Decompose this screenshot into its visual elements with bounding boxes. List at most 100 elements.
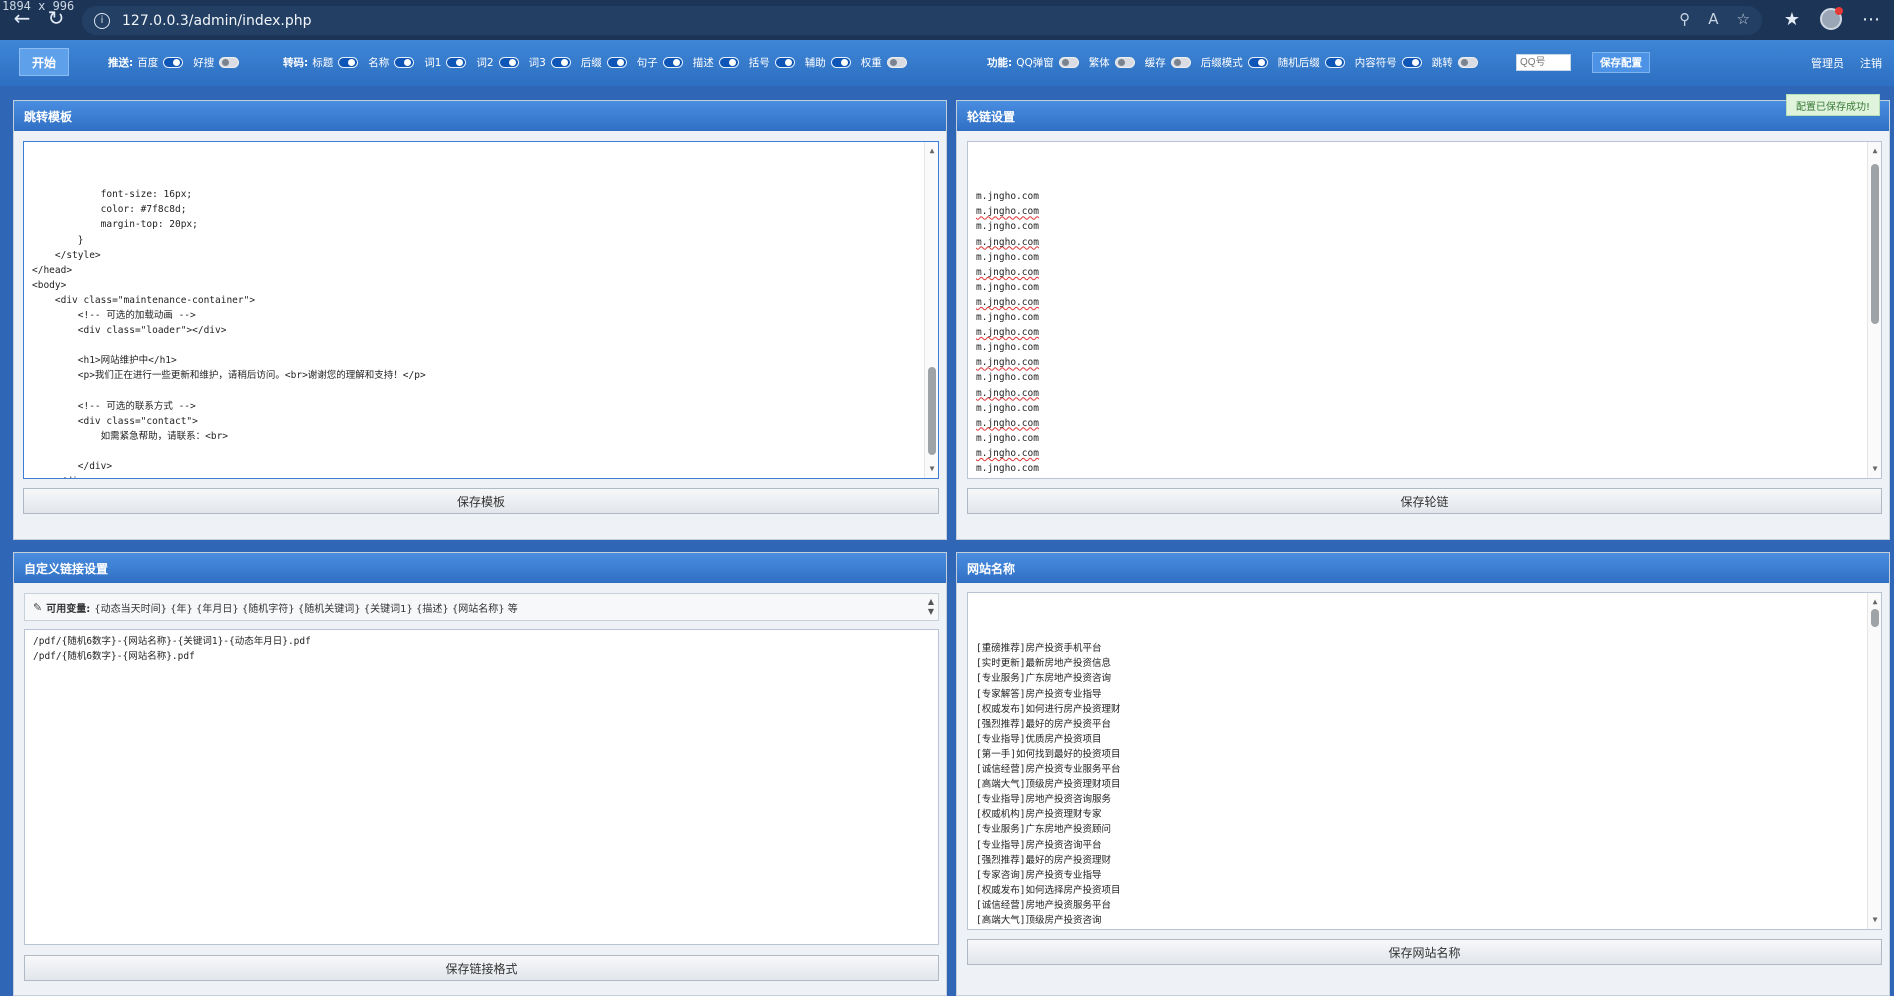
editor-line: m.jngho.com bbox=[976, 357, 1039, 369]
save-wheel-links-button[interactable]: 保存轮链 bbox=[967, 488, 1882, 514]
scroll-thumb[interactable] bbox=[928, 367, 936, 455]
variables-title: 可用变量: bbox=[46, 603, 91, 615]
scroll-up-icon[interactable]: ▲ bbox=[1868, 144, 1881, 158]
read-aloud-icon[interactable]: A bbox=[1708, 10, 1718, 28]
reload-icon[interactable]: ↻ bbox=[42, 4, 70, 32]
editor-line: m.jngho.com bbox=[976, 387, 1039, 399]
site-names-panel: 网站名称 ▲ ▼ [重磅推荐]房产投资手机平台 [实时更新]最新房地产投资信息 [专… bbox=[956, 552, 1890, 996]
push-option: 百度 bbox=[137, 55, 184, 70]
editor-line: [高端大气]顶级房产投资理财项目 bbox=[976, 779, 1121, 791]
editor-line: [专业指导]房地产投资咨询服务 bbox=[976, 794, 1111, 806]
favorites-icon[interactable]: ★ bbox=[1784, 9, 1800, 30]
scroll-thumb[interactable] bbox=[1871, 164, 1879, 324]
editor-line: [诚信经营]房地产投资服务平台 bbox=[976, 899, 1111, 911]
scroll-down-icon[interactable]: ▼ bbox=[1868, 462, 1881, 476]
transcode-option: 描述 bbox=[693, 55, 739, 70]
transcode-toggle[interactable] bbox=[498, 57, 519, 68]
save-template-button[interactable]: 保存模板 bbox=[23, 488, 939, 514]
editor-line: [专家解答]房产投资专业指导 bbox=[976, 688, 1102, 700]
more-menu-icon[interactable]: ⋯ bbox=[1862, 9, 1880, 30]
transcode-toggle[interactable] bbox=[446, 57, 467, 68]
redirect-template-panel: 跳转模板 ▲ ▼ font-size: 16px; color: #7f8c8d… bbox=[13, 100, 947, 540]
editor-line: m.jngho.com bbox=[976, 327, 1039, 339]
transcode-toggle[interactable] bbox=[394, 57, 415, 68]
qq-number-input[interactable] bbox=[1516, 54, 1571, 71]
transcode-toggle[interactable] bbox=[886, 57, 907, 68]
transcode-toggle[interactable] bbox=[774, 57, 795, 68]
custom-links-editor[interactable]: /pdf/{随机6数字}-{网站名称}-{关键词1}-{动态年月日}.pdf/p… bbox=[24, 629, 939, 945]
save-link-format-button[interactable]: 保存链接格式 bbox=[24, 955, 939, 981]
transcode-options: 转码: 标题 名称 词1 词2 词3 后缀 句子 描述 括号 辅助 权重 bbox=[283, 55, 917, 70]
editor-line: [专家咨询]房产投资专业指导 bbox=[976, 869, 1102, 881]
transcode-toggle[interactable] bbox=[718, 57, 739, 68]
save-site-names-button[interactable]: 保存网站名称 bbox=[967, 939, 1882, 965]
push-option: 好搜 bbox=[193, 55, 240, 70]
editor-line: </div> bbox=[32, 474, 930, 478]
transcode-option: 括号 bbox=[749, 55, 795, 70]
features-toggle[interactable] bbox=[1401, 57, 1422, 68]
features-title: 功能: bbox=[987, 57, 1013, 69]
editor-line: } bbox=[32, 234, 84, 246]
editor-line: margin-top: 20px; bbox=[32, 219, 198, 231]
browser-toolbar: 1894 x 996 ← ↻ i 127.0.0.3/admin/index.p… bbox=[0, 0, 1894, 40]
custom-links-panel: 自定义链接设置 ✎ 可用变量: {动态当天时间} {年} {年月日} {随机字符… bbox=[13, 552, 947, 996]
features-toggle[interactable] bbox=[1170, 57, 1191, 68]
features-toggle[interactable] bbox=[1114, 57, 1135, 68]
editor-line: m.jngho.com bbox=[976, 206, 1039, 218]
editor-line: m.jngho.com bbox=[976, 342, 1039, 354]
zoom-icon[interactable]: ⚲ bbox=[1679, 10, 1690, 28]
push-toggle[interactable] bbox=[219, 57, 240, 68]
panel-title: 自定义链接设置 bbox=[14, 553, 946, 583]
transcode-toggle[interactable] bbox=[830, 57, 851, 68]
site-names-editor[interactable]: ▲ ▼ [重磅推荐]房产投资手机平台 [实时更新]最新房地产投资信息 [专业服务]广… bbox=[967, 592, 1882, 930]
features-toggle[interactable] bbox=[1457, 57, 1478, 68]
back-icon[interactable]: ← bbox=[8, 4, 36, 32]
scroll-up-icon[interactable]: ▲ bbox=[1868, 595, 1881, 609]
transcode-toggle[interactable] bbox=[550, 57, 571, 68]
transcode-option-label: 词3 bbox=[528, 57, 546, 69]
info-icon[interactable]: i bbox=[94, 12, 110, 29]
scroll-down-icon[interactable]: ▼ bbox=[1868, 913, 1881, 927]
resize-stepper-icon[interactable]: ▲ ▼ bbox=[928, 597, 934, 617]
wheel-links-editor[interactable]: ▲ ▼ m.jngho.com m.jngho.com m.jngho.com m.j… bbox=[967, 141, 1882, 479]
editor-line: </div> bbox=[32, 460, 113, 472]
transcode-toggle[interactable] bbox=[338, 57, 359, 68]
transcode-title: 转码: bbox=[283, 57, 309, 69]
scrollbar[interactable]: ▲ ▼ bbox=[1867, 593, 1881, 929]
features-toggle[interactable] bbox=[1324, 57, 1345, 68]
features-toggle[interactable] bbox=[1058, 57, 1079, 68]
transcode-toggle[interactable] bbox=[606, 57, 627, 68]
scroll-down-icon[interactable]: ▼ bbox=[925, 462, 938, 476]
scroll-up-icon[interactable]: ▲ bbox=[925, 144, 938, 158]
template-code-editor[interactable]: ▲ ▼ font-size: 16px; color: #7f8c8d; mar… bbox=[23, 141, 939, 479]
editor-line: <!-- 可选的加载动画 --> bbox=[32, 310, 196, 322]
favorite-star-icon[interactable]: ☆ bbox=[1737, 10, 1750, 28]
transcode-option-label: 权重 bbox=[860, 57, 882, 69]
start-button[interactable]: 开始 bbox=[19, 48, 69, 76]
editor-line: m.jngho.com bbox=[976, 447, 1039, 459]
editor-line: m.jngho.com bbox=[976, 462, 1039, 474]
transcode-option: 句子 bbox=[637, 55, 683, 70]
transcode-option: 后缀 bbox=[581, 55, 627, 70]
editor-line: m.jngho.com bbox=[976, 417, 1039, 429]
features-toggle[interactable] bbox=[1247, 57, 1268, 68]
logout-link[interactable]: 注销 bbox=[1860, 55, 1882, 71]
editor-line: m.jngho.com bbox=[976, 266, 1039, 278]
transcode-option-label: 词2 bbox=[476, 57, 494, 69]
editor-line: /pdf/{随机6数字}-{网站名称}-{关键词1}-{动态年月日}.pdf bbox=[33, 636, 311, 647]
scrollbar[interactable]: ▲ ▼ bbox=[1867, 142, 1881, 478]
transcode-toggle[interactable] bbox=[662, 57, 683, 68]
push-toggle[interactable] bbox=[163, 57, 184, 68]
transcode-option-label: 描述 bbox=[692, 57, 714, 69]
save-config-button[interactable]: 保存配置 bbox=[1592, 52, 1650, 73]
editor-line: [权威机构]房产投资理财专家 bbox=[976, 809, 1102, 821]
profile-avatar[interactable] bbox=[1820, 7, 1843, 30]
editor-line: m.jngho.com bbox=[976, 281, 1039, 293]
admin-link[interactable]: 管理员 bbox=[1811, 55, 1844, 71]
features-option-label: 内容符号 bbox=[1354, 57, 1397, 69]
scroll-thumb[interactable] bbox=[1871, 609, 1879, 627]
editor-line: m.jngho.com bbox=[976, 296, 1039, 308]
scrollbar[interactable]: ▲ ▼ bbox=[924, 142, 938, 478]
address-bar[interactable]: i 127.0.0.3/admin/index.php ⚲ A ☆ bbox=[82, 6, 1762, 35]
editor-line: <div class="loader"></div> bbox=[32, 325, 227, 337]
